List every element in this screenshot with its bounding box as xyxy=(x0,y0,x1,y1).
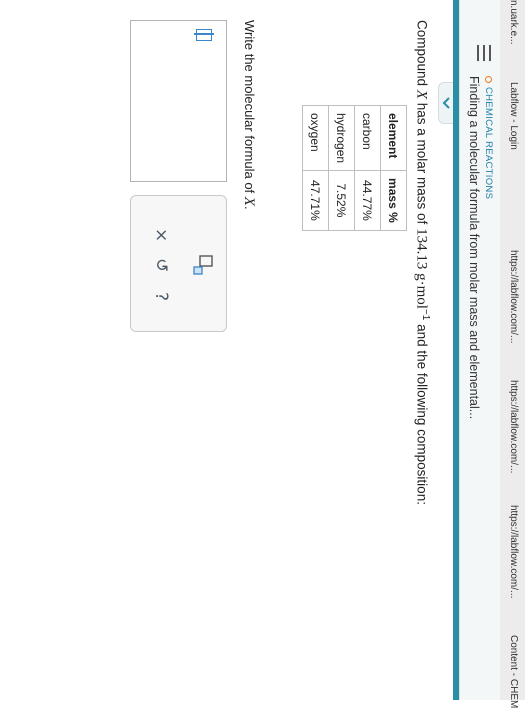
bookmark-item[interactable]: https://labflow.com/... xyxy=(508,380,519,473)
answer-input[interactable] xyxy=(130,20,227,182)
mass-cell: 44.77% xyxy=(354,170,381,231)
undo-button[interactable]: ↺ xyxy=(151,258,171,272)
element-cell: oxygen xyxy=(302,105,329,171)
column-header: element xyxy=(380,105,407,171)
bookmark-item[interactable]: n.uark.e... xyxy=(508,0,519,44)
labflow-page: n.uark.e... Labflow - Login https://labf… xyxy=(0,0,525,708)
bookmarks-bar: n.uark.e... Labflow - Login https://labf… xyxy=(499,0,525,708)
topic-label: CHEMICAL REACTIONS xyxy=(483,87,494,200)
element-cell: carbon xyxy=(354,105,381,171)
question-prompt: Write the molecular formula of X. xyxy=(240,20,257,210)
bookmark-item[interactable]: Content - CHEM xyxy=(508,635,519,708)
bookmark-item[interactable]: https://labflow.com/... xyxy=(508,250,519,343)
page-header: CHEMICAL REACTIONS Finding a molecular f… xyxy=(459,0,500,700)
question-text: Write the molecular formula of xyxy=(242,20,257,194)
problem-statement: Compound X has a molar mass of 134.13 g·… xyxy=(413,20,432,505)
text-cursor-icon xyxy=(196,29,212,41)
chevron-down-icon xyxy=(442,97,450,109)
element-cell: hydrogen xyxy=(328,105,355,171)
accent-strip xyxy=(453,0,459,700)
page-title: Finding a molecular formula from molar m… xyxy=(467,76,481,420)
subscript-template-icon[interactable] xyxy=(192,254,214,276)
table-header-row: element mass % xyxy=(380,105,407,231)
table-row: carbon 44.77% xyxy=(354,105,381,231)
problem-mid: has a molar mass of xyxy=(414,102,430,225)
question-variable: X xyxy=(241,196,257,206)
unit-exponent: −1 xyxy=(420,308,431,321)
menu-icon[interactable] xyxy=(477,45,491,61)
table-row: hydrogen 7.52% xyxy=(328,105,355,231)
progress-dot-icon xyxy=(485,76,492,83)
topic-breadcrumb: CHEMICAL REACTIONS xyxy=(483,76,494,199)
problem-prefix: Compound xyxy=(414,20,430,87)
bookmark-item[interactable]: Labflow - Login xyxy=(508,82,519,150)
problem-suffix: and the following composition: xyxy=(414,324,430,505)
molar-mass-value: 134.13 xyxy=(413,228,430,270)
clear-button[interactable]: × xyxy=(151,228,171,242)
composition-table: element mass % carbon 44.77% hydrogen 7.… xyxy=(302,105,407,231)
table-row: oxygen 47.71% xyxy=(302,105,329,231)
collapse-tab[interactable] xyxy=(438,82,453,124)
mass-cell: 47.71% xyxy=(302,170,329,231)
help-button[interactable]: ? xyxy=(151,292,171,301)
molar-mass-unit: g·mol xyxy=(413,273,430,309)
mass-cell: 7.52% xyxy=(328,170,355,231)
column-header: mass % xyxy=(380,170,407,231)
compound-variable: X xyxy=(413,89,430,99)
answer-tools-panel: × ↺ ? xyxy=(130,195,227,332)
bookmark-item[interactable]: https://labflow.com/... xyxy=(508,505,519,598)
question-end: . xyxy=(242,205,257,210)
